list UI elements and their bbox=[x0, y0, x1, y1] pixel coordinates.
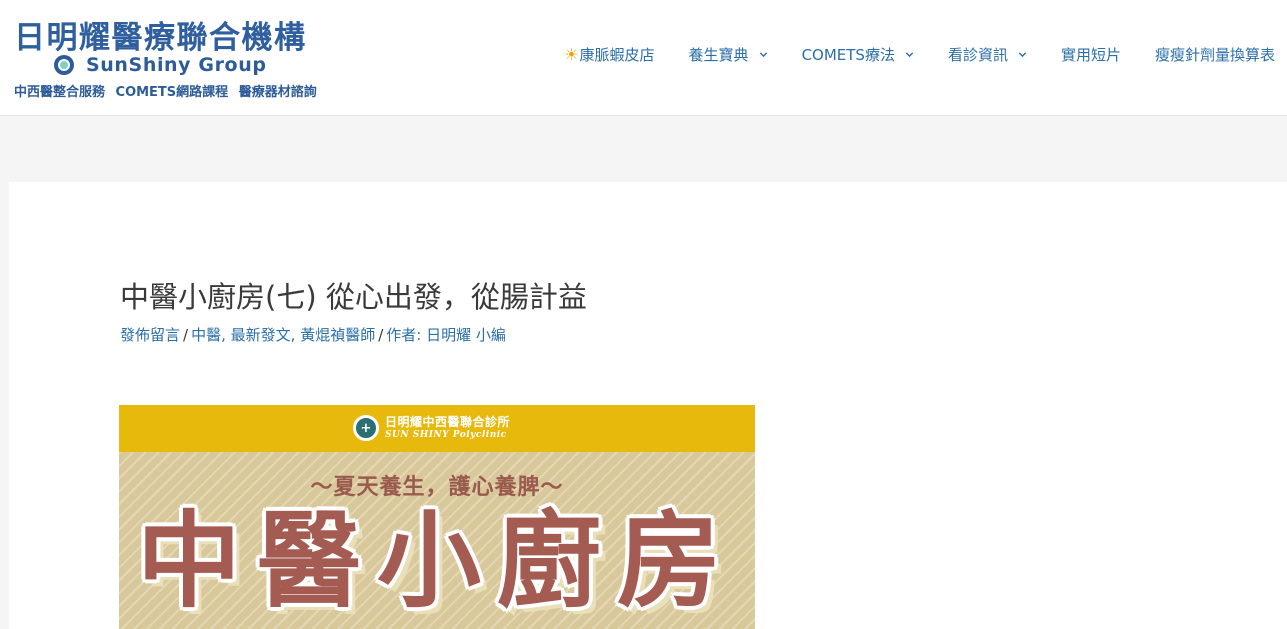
banner-body: ～夏天養生，護心養脾～ 中醫小廚房 bbox=[119, 452, 755, 629]
banner-header-strip: + 日明耀中西醫聯合診所 SUN SHINY Polyclinic bbox=[119, 405, 755, 452]
nav-item-videos[interactable]: 實用短片 bbox=[1044, 34, 1138, 74]
nav-item-label: 看診資訊 bbox=[947, 45, 1008, 64]
logo-title: 日明耀醫療聯合機構 bbox=[14, 20, 307, 56]
chevron-down-icon bbox=[1018, 51, 1027, 57]
meta-separator: / bbox=[183, 326, 189, 344]
nav-item-health-guide[interactable]: 養生寶典 bbox=[672, 34, 785, 74]
nav-item-label: 養生寶典 bbox=[688, 45, 749, 64]
nav-item-dosage-table[interactable]: 瘦瘦針劑量換算表 bbox=[1138, 34, 1287, 74]
comments-link[interactable]: 發佈留言 bbox=[120, 326, 180, 344]
nav-item-label: 瘦瘦針劑量換算表 bbox=[1154, 45, 1275, 64]
post-title: 中醫小廚房(七) 從心出發，從腸計益 bbox=[120, 280, 587, 314]
nav-item-label: COMETS療法 bbox=[801, 45, 895, 64]
clinic-cross-icon: + bbox=[353, 415, 379, 441]
category-link-tcm[interactable]: 中醫 bbox=[191, 326, 221, 344]
nav-item-shop[interactable]: ☀ 康脈蝦皮店 bbox=[547, 34, 671, 74]
logo-services: 中西醫整合服務 COMETS網路課程 醫療器材諮詢 bbox=[14, 85, 317, 100]
main-nav: ☀ 康脈蝦皮店 養生寶典 COMETS療法 看診資訊 實用短片 瘦瘦針劑量換算表 bbox=[547, 34, 1287, 74]
logo-group: SunShiny Group bbox=[54, 52, 267, 78]
chevron-down-icon bbox=[759, 51, 767, 57]
logo-badge-icon bbox=[54, 55, 74, 75]
author-prefix: 作者: bbox=[386, 326, 422, 344]
post-content-card: 中醫小廚房(七) 從心出發，從腸計益 發佈留言 / 中醫, 最新發文, 黃焜禎醫師 /… bbox=[9, 182, 1287, 629]
nav-item-clinic-info[interactable]: 看診資訊 bbox=[931, 34, 1044, 74]
post-meta: 發佈留言 / 中醫, 最新發文, 黃焜禎醫師 / 作者: 日明耀 小編 bbox=[120, 326, 506, 344]
nav-item-comets-therapy[interactable]: COMETS療法 bbox=[785, 34, 931, 74]
site-logo[interactable]: 日明耀醫療聯合機構 SunShiny Group 中西醫整合服務 COMETS網… bbox=[12, 12, 357, 102]
meta-separator: / bbox=[378, 326, 384, 344]
category-link-doctor[interactable]: 黃焜禎醫師 bbox=[300, 326, 375, 344]
site-header: 日明耀醫療聯合機構 SunShiny Group 中西醫整合服務 COMETS網… bbox=[0, 0, 1287, 116]
post-featured-banner: + 日明耀中西醫聯合診所 SUN SHINY Polyclinic ～夏天養生，… bbox=[119, 405, 755, 629]
sun-icon: ☀ bbox=[564, 44, 579, 64]
banner-subtitle: ～夏天養生，護心養脾～ bbox=[310, 475, 564, 500]
author-link[interactable]: 日明耀 小編 bbox=[426, 326, 506, 344]
clinic-logo: + 日明耀中西醫聯合診所 SUN SHINY Polyclinic bbox=[353, 415, 510, 441]
chevron-down-icon bbox=[905, 51, 914, 57]
banner-headline: 中醫小廚房 bbox=[136, 500, 737, 622]
clinic-english-name: SUN SHINY Polyclinic bbox=[385, 430, 507, 440]
logo-group-name: SunShiny Group bbox=[86, 54, 267, 76]
nav-item-label: 康脈蝦皮店 bbox=[579, 45, 655, 64]
category-link-latest[interactable]: 最新發文 bbox=[231, 326, 291, 344]
clinic-name: 日明耀中西醫聯合診所 bbox=[385, 415, 511, 429]
nav-item-label: 實用短片 bbox=[1060, 45, 1121, 64]
